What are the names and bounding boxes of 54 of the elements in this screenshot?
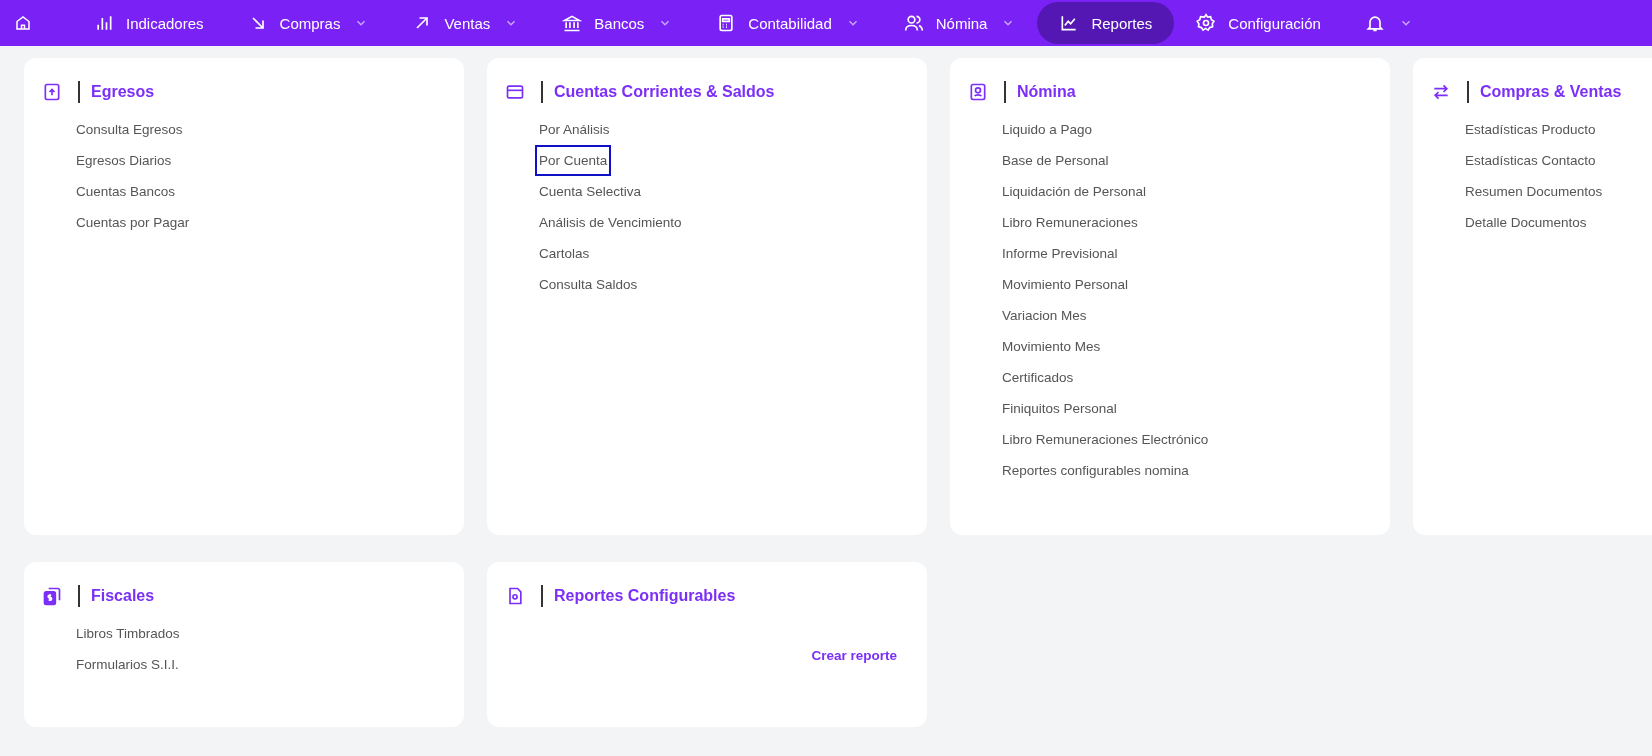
- card-title: Fiscales: [91, 587, 155, 605]
- report-link[interactable]: Estadísticas Contacto: [1461, 145, 1600, 176]
- swap-arrows-icon: [1431, 82, 1451, 102]
- users-icon: [903, 13, 924, 33]
- nav-menu-item[interactable]: Indicadores: [72, 2, 226, 44]
- chart-bars-icon: [94, 13, 114, 33]
- report-link[interactable]: Variacion Mes: [998, 300, 1091, 331]
- card-title: Reportes Configurables: [554, 587, 736, 605]
- home-icon: [14, 14, 32, 32]
- report-link[interactable]: Estadísticas Producto: [1461, 114, 1600, 145]
- gear-icon: [1196, 13, 1217, 33]
- report-link[interactable]: Consulta Saldos: [535, 269, 642, 300]
- card-title: Egresos: [91, 83, 155, 101]
- card-title: Compras & Ventas: [1480, 83, 1622, 101]
- report-link[interactable]: Por Cuenta: [535, 145, 612, 176]
- report-link[interactable]: Resumen Documentos: [1461, 176, 1607, 207]
- report-link[interactable]: Certificados: [998, 362, 1078, 393]
- nav-menu-item[interactable]: Nómina: [881, 2, 1038, 44]
- report-link[interactable]: Libro Remuneraciones: [998, 207, 1142, 238]
- nav-menu-item[interactable]: Contabilidad: [694, 2, 882, 44]
- report-link[interactable]: Finiquitos Personal: [998, 393, 1121, 424]
- nav-menu-item[interactable]: Reportes: [1037, 2, 1175, 44]
- report-link[interactable]: Formularios S.I.I.: [72, 649, 183, 680]
- credit-card-icon: [505, 82, 525, 102]
- card-title: Cuentas Corrientes & Saldos: [554, 83, 775, 101]
- report-link[interactable]: Por Análisis: [535, 114, 614, 145]
- documents-dollar-icon: [42, 586, 62, 606]
- report-link[interactable]: Libro Remuneraciones Electrónico: [998, 424, 1213, 455]
- report-link[interactable]: Movimiento Mes: [998, 331, 1105, 362]
- bank-icon: [562, 13, 583, 33]
- report-link[interactable]: Consulta Egresos: [72, 114, 187, 145]
- report-link[interactable]: Cuenta Selectiva: [535, 176, 646, 207]
- report-link[interactable]: Análisis de Vencimiento: [535, 207, 686, 238]
- create-report-link[interactable]: Crear reporte: [811, 648, 897, 663]
- nav-menu-item[interactable]: Ventas: [390, 2, 541, 44]
- report-link[interactable]: Detalle Documentos: [1461, 207, 1591, 238]
- nav-menu-item[interactable]: Bancos: [540, 2, 695, 44]
- card-title: Nómina: [1017, 83, 1076, 101]
- report-link[interactable]: Libros Timbrados: [72, 618, 184, 649]
- bell-icon: [1364, 13, 1385, 33]
- report-link[interactable]: Liquidación de Personal: [998, 176, 1151, 207]
- report-link[interactable]: Egresos Diarios: [72, 145, 176, 176]
- nav-menu-item[interactable]: Configuración: [1174, 2, 1343, 44]
- report-link[interactable]: Cuentas por Pagar: [72, 207, 194, 238]
- id-badge-icon: [968, 82, 988, 102]
- report-link[interactable]: Reportes configurables nomina: [998, 455, 1193, 486]
- report-link[interactable]: Informe Previsional: [998, 238, 1122, 269]
- report-link[interactable]: Movimiento Personal: [998, 269, 1133, 300]
- report-link[interactable]: Liquido a Pago: [998, 114, 1097, 145]
- file-upload-icon: [42, 82, 62, 102]
- report-link[interactable]: Cuentas Bancos: [72, 176, 180, 207]
- report-link[interactable]: Base de Personal: [998, 145, 1113, 176]
- nav-menu-item[interactable]: Compras: [225, 2, 391, 44]
- report-link[interactable]: Cartolas: [535, 238, 594, 269]
